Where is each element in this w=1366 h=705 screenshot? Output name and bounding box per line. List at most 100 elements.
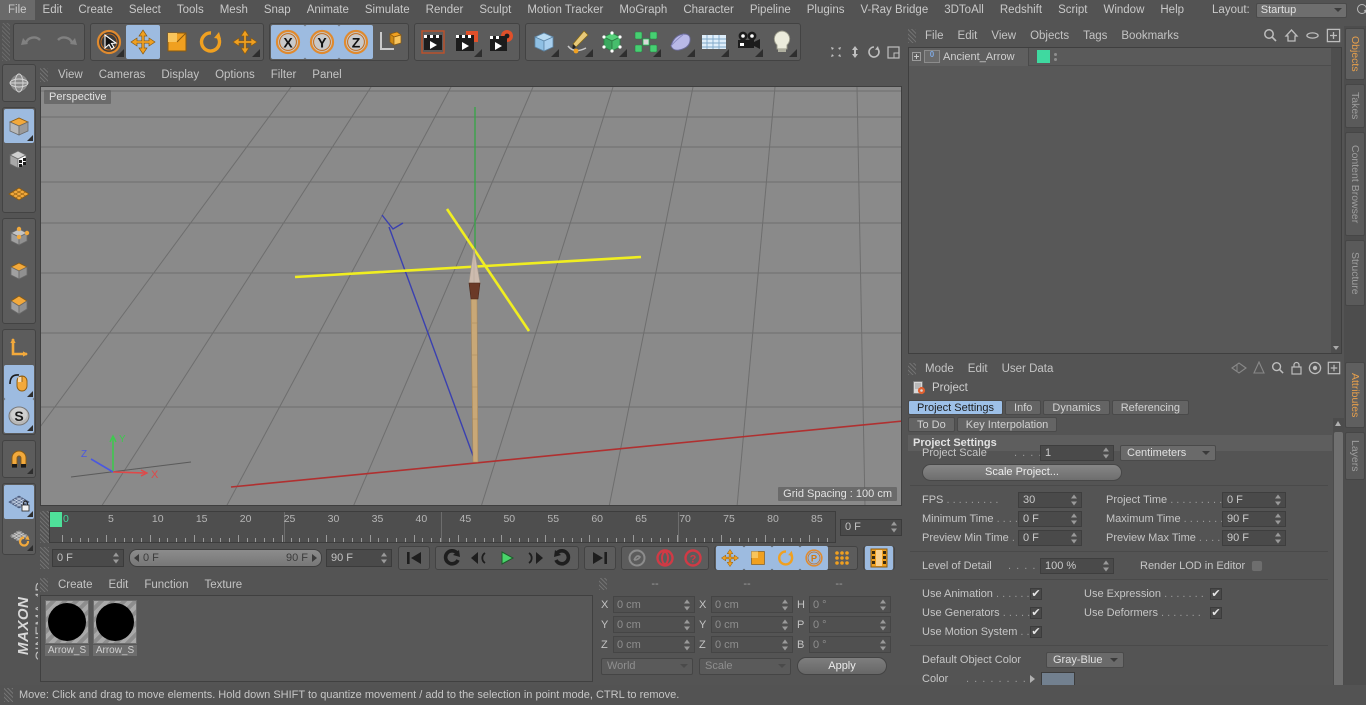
planar-workplane-button[interactable] (4, 519, 34, 553)
zoom-icon[interactable] (849, 45, 861, 59)
render-view-button[interactable] (416, 25, 450, 59)
spinner-icon[interactable] (891, 521, 898, 533)
add-generator-button[interactable] (595, 25, 629, 59)
target-icon[interactable] (1308, 361, 1322, 375)
menu-item-edit[interactable]: Edit (961, 360, 995, 378)
ellipse-icon[interactable] (1305, 28, 1320, 43)
vertical-tab-takes[interactable]: Takes (1345, 84, 1365, 128)
menu-item-mesh[interactable]: Mesh (212, 0, 256, 20)
spinner-icon[interactable] (782, 599, 789, 610)
position-field[interactable]: 0 cm (613, 596, 695, 613)
menu-item-redshift[interactable]: Redshift (992, 0, 1050, 20)
material-preview[interactable] (93, 600, 137, 644)
vertical-tab-attributes[interactable]: Attributes (1345, 362, 1365, 428)
spinner-icon[interactable] (1275, 494, 1282, 506)
menu-item-render[interactable]: Render (418, 0, 472, 20)
menu-item-select[interactable]: Select (121, 0, 169, 20)
object-name-cell[interactable]: 0 Ancient_Arrow (909, 47, 1029, 66)
menu-item-script[interactable]: Script (1050, 0, 1095, 20)
edges-mode-button[interactable] (4, 254, 34, 288)
layout-select[interactable]: Startup (1255, 2, 1347, 18)
default-object-color-select[interactable]: Gray-Blue (1046, 652, 1124, 668)
go-to-previous-key-button[interactable] (437, 546, 465, 570)
spinner-icon[interactable] (1275, 532, 1282, 544)
material-preview[interactable] (45, 600, 89, 644)
menu-item-function[interactable]: Function (136, 575, 196, 595)
field-input-2[interactable]: 90 F (1222, 530, 1286, 546)
project-scale-unit-select[interactable]: Centimeters (1120, 445, 1216, 461)
menu-item-edit[interactable]: Edit (35, 0, 71, 20)
add-light-button[interactable] (765, 25, 799, 59)
position-field[interactable]: 0 cm (613, 636, 695, 653)
magnet-tool-button[interactable] (4, 442, 34, 476)
menu-item-edit[interactable]: Edit (101, 575, 137, 595)
search-icon[interactable] (1263, 28, 1278, 43)
search-icon[interactable] (1355, 2, 1366, 18)
viewport-menu-grip[interactable] (40, 68, 48, 82)
menu-item-view[interactable]: View (984, 26, 1023, 46)
menu-item-edit[interactable]: Edit (951, 26, 985, 46)
make-editable-button[interactable] (4, 66, 34, 100)
point-level-animation-button[interactable] (828, 546, 856, 570)
material-item[interactable]: Arrow_S (93, 600, 137, 677)
spinner-icon[interactable] (113, 552, 120, 564)
size-field[interactable]: 0 cm (711, 616, 793, 633)
lock-workplane-button[interactable] (4, 485, 34, 519)
redo-button[interactable] (49, 25, 83, 59)
material-list[interactable]: Arrow_S Arrow_S (40, 595, 593, 682)
menu-item-file[interactable]: File (0, 0, 35, 20)
object-tree[interactable]: 0 Ancient_Arrow (908, 47, 1342, 354)
menu-item-create[interactable]: Create (70, 0, 121, 20)
y-axis-lock[interactable]: Y (305, 25, 339, 59)
menu-item-3dtoall[interactable]: 3DToAll (936, 0, 992, 20)
spinner-icon[interactable] (684, 599, 691, 610)
toggle-checkbox-2[interactable]: ✔ (1210, 588, 1222, 600)
menu-item-v-ray-bridge[interactable]: V-Ray Bridge (852, 0, 936, 20)
timeline-ruler[interactable]: 051015202530354045505560657075808590 (49, 511, 836, 543)
world-object-coordinates[interactable] (373, 25, 407, 59)
render-to-picture-viewer-button[interactable] (450, 25, 484, 59)
field-input[interactable]: 0 F (1018, 530, 1082, 546)
workplane-mode-button[interactable] (4, 177, 34, 211)
live-selection-tool[interactable] (92, 25, 126, 59)
object-manager-scrollbar[interactable] (1331, 48, 1341, 353)
size-field[interactable]: 0 cm (711, 596, 793, 613)
rotation-field[interactable]: 0 ° (809, 596, 891, 613)
scale-project-button[interactable]: Scale Project... (922, 463, 1122, 481)
chevron-down-icon[interactable] (1333, 346, 1339, 350)
parameter-key-button[interactable]: P (800, 546, 828, 570)
material-menu-grip[interactable] (40, 578, 48, 592)
menu-item-view[interactable]: View (50, 64, 91, 86)
menu-item-display[interactable]: Display (153, 64, 207, 86)
spinner-icon[interactable] (1071, 513, 1078, 525)
plus-box-icon[interactable] (1326, 28, 1341, 43)
coordinates-grip[interactable] (599, 578, 607, 590)
menu-item-texture[interactable]: Texture (196, 575, 250, 595)
object-row[interactable]: 0 Ancient_Arrow (909, 47, 1341, 66)
add-mograph-button[interactable] (629, 25, 663, 59)
chevron-right-icon[interactable] (1030, 675, 1035, 683)
range-left-arrow-icon[interactable] (134, 554, 139, 562)
object-tag[interactable] (1037, 50, 1050, 63)
range-right-arrow-icon[interactable] (312, 554, 317, 562)
enable-axis-modification-button[interactable] (4, 331, 34, 365)
menu-item-pipeline[interactable]: Pipeline (742, 0, 799, 20)
transport-grip[interactable] (40, 547, 49, 569)
rotation-field[interactable]: 0 ° (809, 616, 891, 633)
spinner-icon[interactable] (880, 639, 887, 650)
visibility-dots-icon[interactable] (1050, 50, 1060, 63)
add-primitive-cube-button[interactable] (527, 25, 561, 59)
lock-icon[interactable] (1290, 361, 1303, 375)
play-button[interactable] (493, 546, 521, 570)
current-frame-marker[interactable] (50, 512, 62, 527)
menu-item-motion-tracker[interactable]: Motion Tracker (519, 0, 611, 20)
add-scene-object-button[interactable] (697, 25, 731, 59)
position-key-button[interactable] (716, 546, 744, 570)
attribute-menu-grip[interactable] (908, 363, 916, 375)
menu-item-mode[interactable]: Mode (918, 360, 961, 378)
menu-item-cameras[interactable]: Cameras (91, 64, 154, 86)
expand-icon[interactable] (912, 52, 921, 61)
apply-button[interactable]: Apply (797, 657, 887, 675)
menu-item-file[interactable]: File (918, 26, 951, 46)
texture-mode-button[interactable] (4, 143, 34, 177)
